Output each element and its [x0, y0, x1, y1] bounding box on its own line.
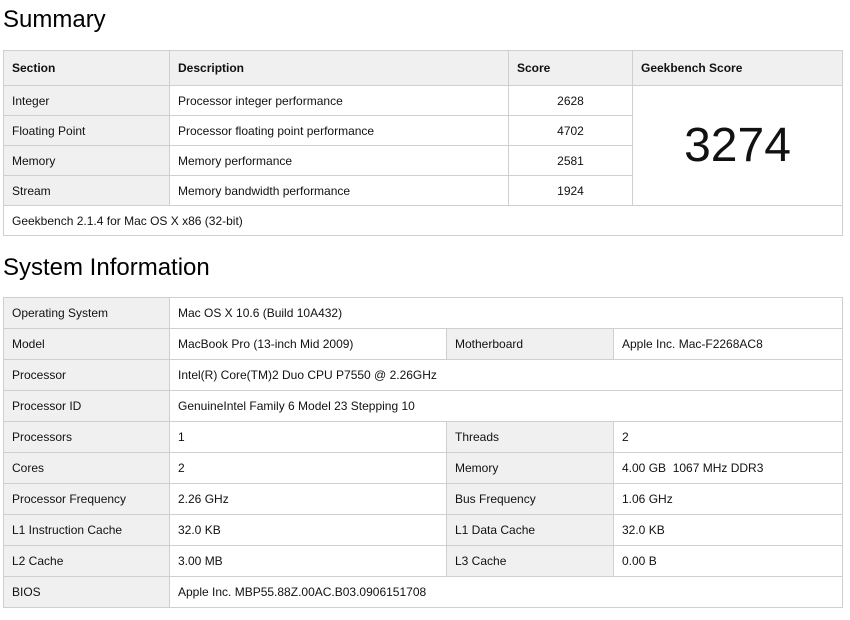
geekbench-total-score: 3274	[632, 85, 843, 206]
threads-value: 2	[612, 421, 844, 453]
sysinfo-row-l1-cache: L1 Instruction Cache 32.0 KB L1 Data Cac…	[3, 514, 844, 546]
geekbench-score-column-header: Geekbench Score	[632, 50, 843, 86]
system-information-table: Operating System Mac OS X 10.6 (Build 10…	[3, 297, 844, 608]
operating-system-label: Operating System	[3, 297, 170, 329]
model-label: Model	[3, 328, 170, 360]
l2-cache-value: 3.00 MB	[169, 545, 447, 577]
threads-label: Threads	[446, 421, 614, 453]
processor-label: Processor	[3, 359, 170, 391]
processor-frequency-label: Processor Frequency	[3, 483, 170, 515]
cores-value: 2	[169, 452, 447, 484]
operating-system-value: Mac OS X 10.6 (Build 10A432)	[168, 297, 844, 329]
memory-label: Memory	[446, 452, 614, 484]
system-information-heading: System Information	[3, 254, 210, 281]
summary-footer-row: Geekbench 2.1.4 for Mac OS X x86 (32-bit…	[3, 205, 843, 236]
bus-frequency-label: Bus Frequency	[446, 483, 614, 515]
score-cell: 1924	[508, 175, 633, 206]
bios-value: Apple Inc. MBP55.88Z.00AC.B03.0906151708	[168, 576, 844, 608]
summary-table: Section Description Score Geekbench Scor…	[3, 50, 843, 236]
sysinfo-row-processor-frequency: Processor Frequency 2.26 GHz Bus Frequen…	[3, 483, 844, 515]
sysinfo-row-processor-id: Processor ID GenuineIntel Family 6 Model…	[3, 390, 844, 422]
processor-frequency-value: 2.26 GHz	[169, 483, 447, 515]
sysinfo-row-processors: Processors 1 Threads 2	[3, 421, 844, 453]
processors-label: Processors	[3, 421, 170, 453]
sysinfo-row-l2-l3-cache: L2 Cache 3.00 MB L3 Cache 0.00 B	[3, 545, 844, 577]
processor-id-label: Processor ID	[3, 390, 170, 422]
model-value: MacBook Pro (13-inch Mid 2009)	[169, 328, 447, 360]
l1-instruction-cache-value: 32.0 KB	[169, 514, 447, 546]
bus-frequency-value: 1.06 GHz	[612, 483, 844, 515]
score-column-header: Score	[508, 50, 633, 86]
score-cell: 4702	[508, 115, 633, 146]
l3-cache-label: L3 Cache	[446, 545, 614, 577]
description-column-header: Description	[169, 50, 509, 86]
sysinfo-row-cores: Cores 2 Memory 4.00 GB 1067 MHz DDR3	[3, 452, 844, 484]
description-cell: Processor integer performance	[169, 85, 509, 116]
section-cell: Floating Point	[3, 115, 170, 146]
bios-label: BIOS	[3, 576, 170, 608]
summary-header-row: Section Description Score Geekbench Scor…	[3, 50, 843, 86]
l3-cache-value: 0.00 B	[612, 545, 844, 577]
sysinfo-row-model: Model MacBook Pro (13-inch Mid 2009) Mot…	[3, 328, 844, 360]
section-cell: Memory	[3, 145, 170, 176]
score-cell: 2628	[508, 85, 633, 116]
processor-id-value: GenuineIntel Family 6 Model 23 Stepping …	[168, 390, 844, 422]
summary-row-integer: Integer Processor integer performance 26…	[3, 85, 843, 206]
description-cell: Memory performance	[169, 145, 509, 176]
sysinfo-row-processor: Processor Intel(R) Core(TM)2 Duo CPU P75…	[3, 359, 844, 391]
score-cell: 2581	[508, 145, 633, 176]
section-column-header: Section	[3, 50, 170, 86]
section-cell: Stream	[3, 175, 170, 206]
processor-value: Intel(R) Core(TM)2 Duo CPU P7550 @ 2.26G…	[168, 359, 844, 391]
sysinfo-row-operating-system: Operating System Mac OS X 10.6 (Build 10…	[3, 297, 844, 329]
l1-data-cache-label: L1 Data Cache	[446, 514, 614, 546]
sysinfo-row-bios: BIOS Apple Inc. MBP55.88Z.00AC.B03.09061…	[3, 576, 844, 608]
cores-label: Cores	[3, 452, 170, 484]
description-cell: Memory bandwidth performance	[169, 175, 509, 206]
l1-data-cache-value: 32.0 KB	[612, 514, 844, 546]
summary-heading: Summary	[3, 6, 106, 33]
section-cell: Integer	[3, 85, 170, 116]
geekbench-version-footer: Geekbench 2.1.4 for Mac OS X x86 (32-bit…	[3, 205, 843, 236]
l2-cache-label: L2 Cache	[3, 545, 170, 577]
motherboard-label: Motherboard	[446, 328, 614, 360]
memory-value: 4.00 GB 1067 MHz DDR3	[612, 452, 844, 484]
processors-value: 1	[169, 421, 447, 453]
description-cell: Processor floating point performance	[169, 115, 509, 146]
motherboard-value: Apple Inc. Mac-F2268AC8	[612, 328, 844, 360]
l1-instruction-cache-label: L1 Instruction Cache	[3, 514, 170, 546]
